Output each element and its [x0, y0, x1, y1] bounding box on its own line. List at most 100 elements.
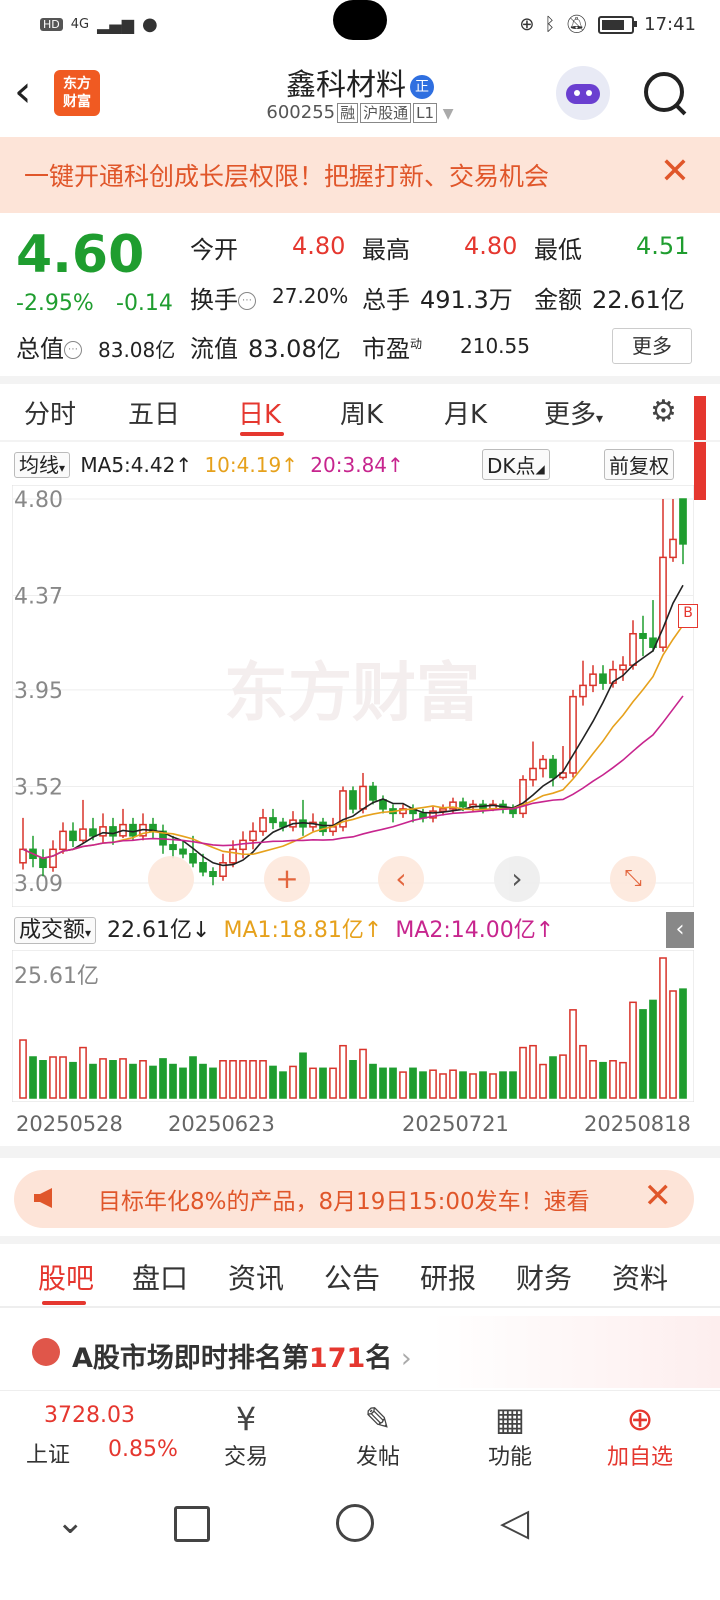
tab-news[interactable]: 资讯 — [228, 1257, 284, 1297]
grid-icon: ▦ — [494, 1400, 526, 1438]
dk-button[interactable]: DK点◢ — [482, 449, 550, 480]
y-tick-label: 3.95 — [14, 679, 63, 704]
candle-body — [89, 828, 97, 837]
yen-icon: ¥ — [235, 1400, 257, 1438]
candle-body — [589, 673, 597, 687]
high-label: 最高 — [362, 236, 410, 264]
volume-bar — [219, 1060, 227, 1099]
volume-bar — [269, 1065, 277, 1099]
volume-bar — [169, 1063, 177, 1099]
index-value[interactable]: 3728.03 — [44, 1403, 135, 1428]
tag-margin: 融 — [337, 103, 359, 123]
assistant-robot-icon[interactable] — [556, 66, 610, 120]
add-watchlist-button[interactable]: ⊕ 加自选 — [590, 1399, 690, 1471]
volume-bar — [659, 957, 667, 1099]
gear-icon[interactable]: ⚙ — [650, 394, 677, 429]
candle-body — [199, 862, 207, 873]
tab-monthly-k[interactable]: 月K — [444, 394, 487, 431]
kline-chart[interactable]: 东方财富 4.80 4.37 3.95 3.52 3.09 — [12, 485, 694, 907]
volume-bar — [509, 1071, 517, 1099]
tab-research[interactable]: 研报 — [420, 1257, 476, 1297]
tab-finance[interactable]: 财务 — [516, 1257, 572, 1297]
tab-five-day[interactable]: 五日 — [128, 394, 180, 431]
bluetooth-icon: ᛒ — [544, 14, 556, 35]
high-value: 4.80 — [464, 232, 518, 260]
volume-bar — [189, 1056, 197, 1099]
volume-bar — [199, 1063, 207, 1099]
volume-bar — [489, 1073, 497, 1099]
more-button[interactable]: 更多 — [612, 328, 692, 364]
post-button[interactable]: ✎ 发帖 — [328, 1399, 428, 1471]
banner-text: 一键开通科创成长层权限！把握打新、交易机会 — [24, 162, 550, 191]
amount-label: 金额 — [534, 286, 582, 314]
stock-subtitle[interactable]: 600255 融沪股通 L1 ▼ — [0, 102, 720, 123]
volume-bar — [669, 990, 677, 1099]
volume-bar — [649, 999, 657, 1099]
signal-icon: ▂▄▆ — [97, 15, 135, 34]
volume-bar — [529, 1044, 537, 1099]
wechat-icon: ● — [142, 14, 158, 35]
volume-selector[interactable]: 成交额▾ — [14, 917, 97, 944]
system-navbar: ⌄ ◁ — [0, 1480, 720, 1600]
volume-bar — [639, 1009, 647, 1099]
candle-body — [109, 826, 117, 837]
tab-more[interactable]: 更多▾ — [544, 394, 603, 431]
volume-bar — [569, 1009, 577, 1099]
adjust-button[interactable]: 前复权 — [604, 449, 674, 480]
volume-bar — [389, 1067, 397, 1099]
candle-body — [49, 848, 57, 869]
volume-bar — [579, 1044, 587, 1099]
promo-banner[interactable]: 一键开通科创成长层权限！把握打新、交易机会 ✕ — [0, 137, 720, 213]
close-icon[interactable]: ✕ — [635, 1176, 672, 1216]
home-icon[interactable] — [336, 1504, 374, 1542]
rank-text: A股市场即时排名第171名 › — [72, 1343, 412, 1374]
side-handle[interactable] — [694, 396, 706, 500]
chevron-down-icon[interactable]: ⌄ — [56, 1502, 85, 1542]
index-name[interactable]: 上证 — [26, 1437, 70, 1469]
chevron-left-icon[interactable]: ‹ — [378, 856, 424, 902]
add-icon: ⊕ — [519, 14, 535, 35]
promo-bar[interactable]: 目标年化8%的产品，8月19日15:00发车！速看 ✕ — [14, 1170, 694, 1228]
change-percent: -2.95% — [16, 291, 94, 316]
divider — [0, 1236, 720, 1244]
tab-orderbook[interactable]: 盘口 — [132, 1257, 188, 1297]
tab-intraday[interactable]: 分时 — [24, 394, 76, 431]
y-tick-label: 3.09 — [14, 872, 63, 897]
recent-apps-icon[interactable] — [174, 1506, 210, 1542]
tab-forum[interactable]: 股吧 — [38, 1257, 94, 1297]
back-nav-icon[interactable]: ◁ — [500, 1500, 529, 1544]
rank-banner[interactable]: A股市场即时排名第171名 › — [0, 1316, 720, 1388]
collapse-icon[interactable]: ‹ — [666, 912, 694, 948]
volume-bar — [29, 1056, 37, 1099]
ma-selector[interactable]: 均线▾ — [14, 452, 71, 478]
chevron-right-icon[interactable]: › — [494, 856, 540, 902]
volume-bar — [309, 1067, 317, 1099]
tab-profile[interactable]: 资料 — [612, 1257, 668, 1297]
tab-daily-k[interactable]: 日K — [238, 394, 281, 431]
candle-body — [59, 830, 67, 851]
tab-announcements[interactable]: 公告 — [324, 1257, 380, 1297]
volume-bar — [329, 1067, 337, 1099]
tab-weekly-k[interactable]: 周K — [340, 394, 383, 431]
candle-body — [539, 758, 547, 770]
index-change: 0.85% — [108, 1437, 178, 1462]
pe-value: 210.55 — [460, 334, 530, 358]
plus-icon[interactable]: + — [264, 856, 310, 902]
volume-bar — [299, 1052, 307, 1099]
function-button[interactable]: ▦ 功能 — [460, 1399, 560, 1471]
network-badge: 4G — [70, 17, 90, 32]
volume-bar — [149, 1065, 157, 1099]
candle-body — [569, 695, 577, 774]
candle-body — [549, 758, 557, 779]
add-circle-icon: ⊕ — [626, 1400, 654, 1438]
candle-body — [459, 801, 467, 808]
stock-code: 600255 — [266, 102, 336, 123]
expand-icon[interactable]: ⤡ — [610, 856, 656, 902]
trade-button[interactable]: ¥ 交易 — [196, 1399, 296, 1471]
candle-body — [249, 830, 257, 842]
volume-bar — [89, 1063, 97, 1099]
candle-body — [69, 830, 77, 842]
search-icon[interactable] — [644, 72, 684, 112]
zoom-out-button[interactable] — [148, 856, 194, 902]
close-icon[interactable]: ✕ — [660, 151, 690, 192]
